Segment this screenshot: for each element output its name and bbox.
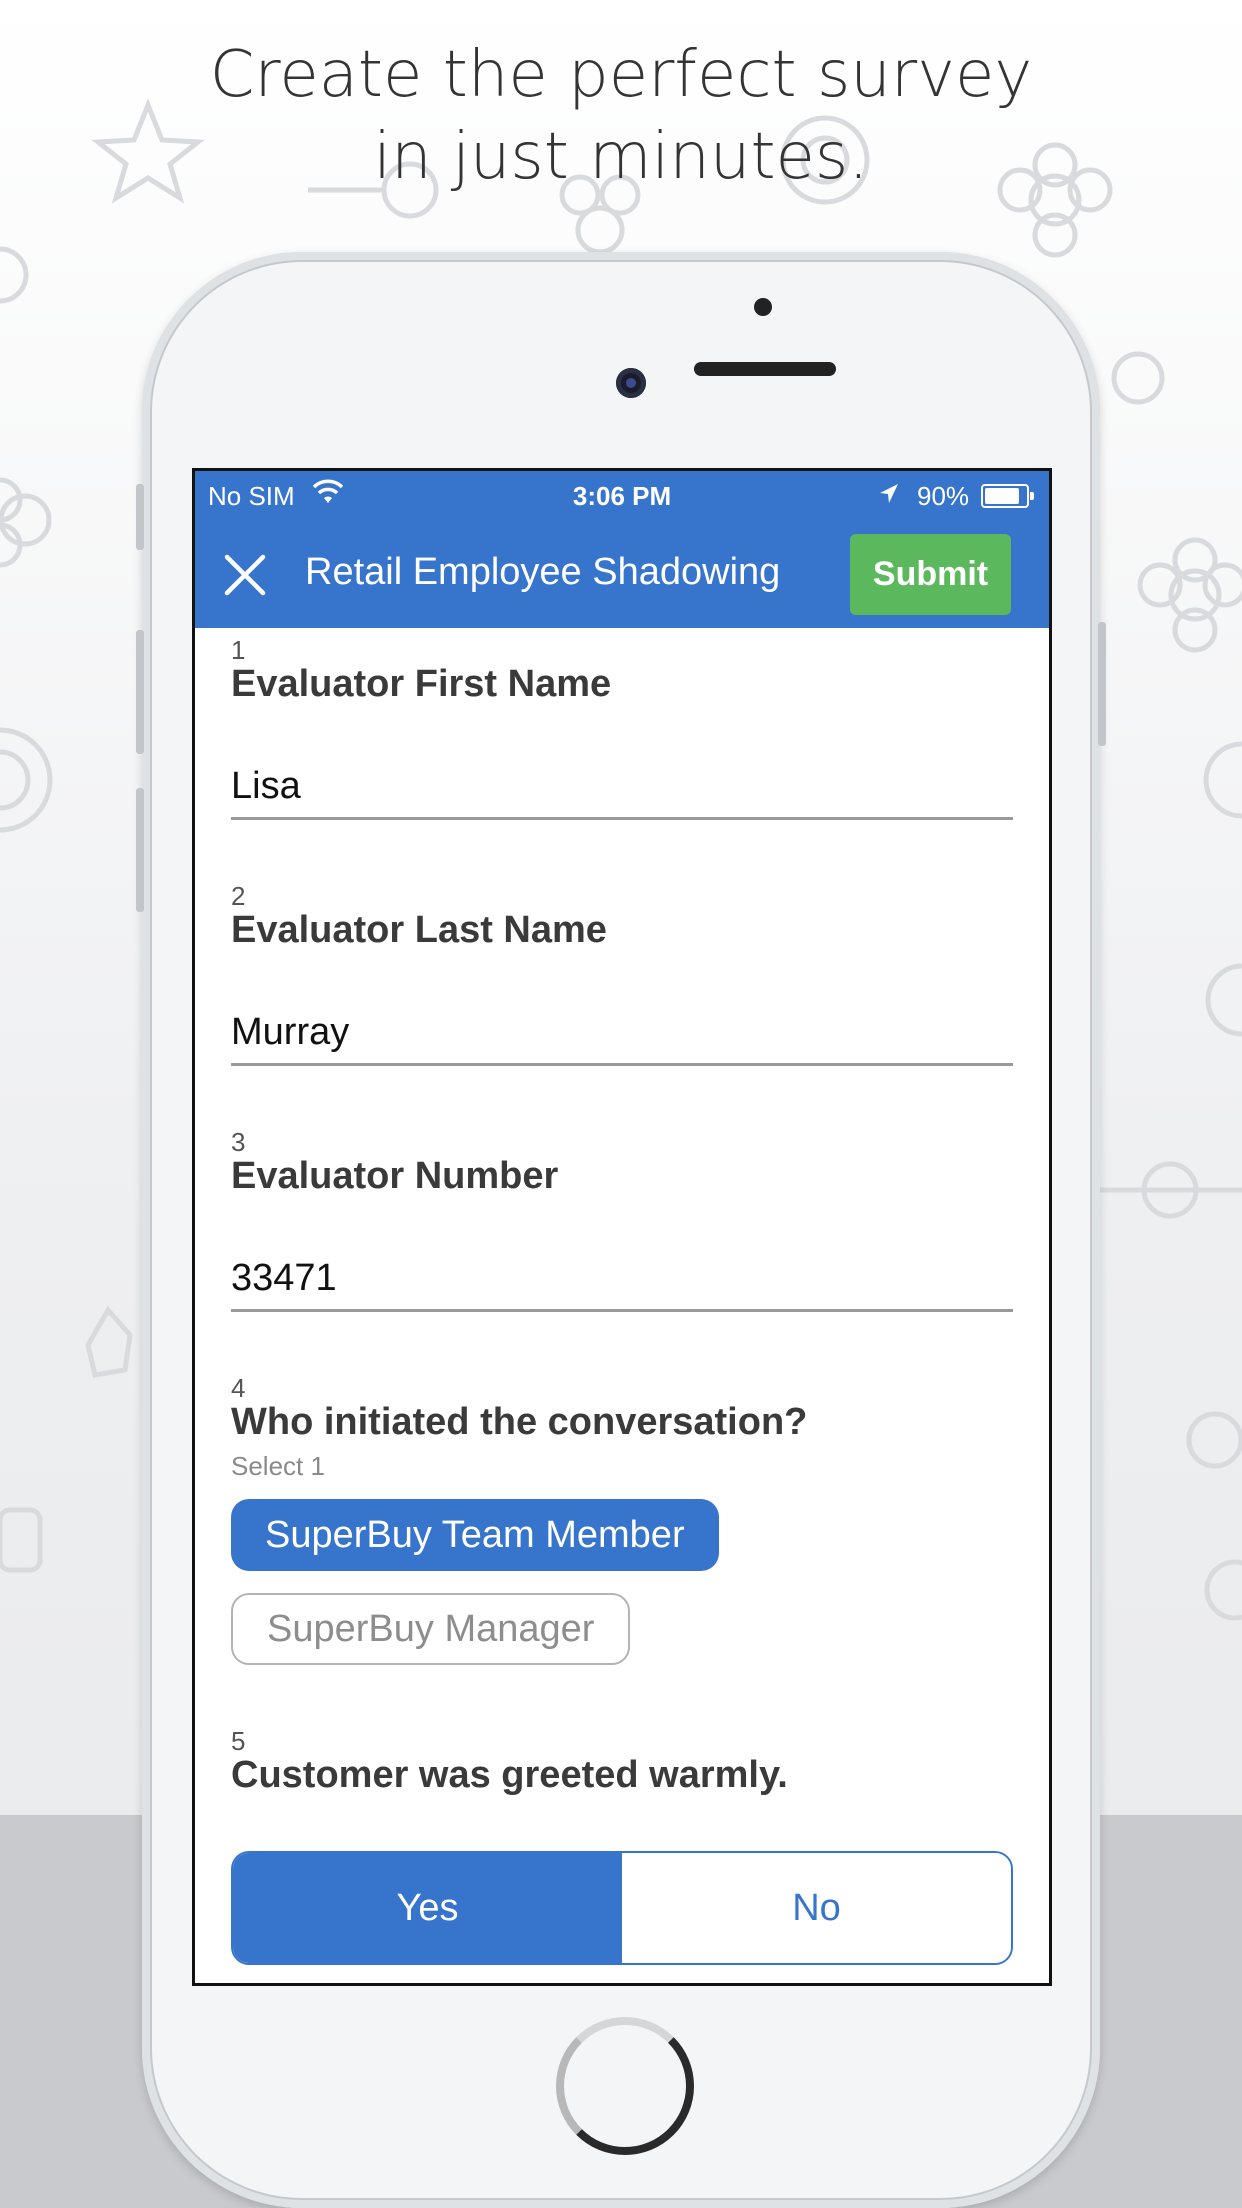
- survey-title: Retail Employee Shadowing: [305, 551, 781, 593]
- yes-option[interactable]: Yes: [233, 1853, 622, 1963]
- battery-icon: [981, 484, 1034, 508]
- mute-switch: [136, 484, 144, 550]
- select-hint: Select 1: [231, 1451, 325, 1481]
- evaluator-number-field[interactable]: [231, 1247, 1013, 1312]
- location-arrow-icon: [880, 484, 898, 503]
- volume-up-button: [136, 630, 144, 754]
- no-option[interactable]: No: [622, 1853, 1011, 1963]
- status-bar: No SIM 3:06 PM 90%: [195, 471, 1049, 521]
- option-superbuy-manager[interactable]: SuperBuy Manager: [231, 1593, 631, 1665]
- question-number: 5: [231, 1726, 246, 1756]
- earpiece-speaker: [694, 362, 836, 376]
- yes-no-toggle: Yes No: [231, 1851, 1013, 1965]
- question-number: 3: [231, 1127, 246, 1157]
- headline-line-2: in just minutes.: [373, 120, 869, 194]
- battery-fill: [985, 488, 1019, 504]
- question-number: 4: [231, 1373, 246, 1403]
- headline-line-1: Create the perfect survey: [209, 38, 1033, 112]
- question-label: Who initiated the conversation?: [231, 1401, 808, 1443]
- question-number: 2: [231, 881, 246, 911]
- question-label: Customer was greeted warmly.: [231, 1754, 788, 1796]
- question-number: 1: [231, 635, 246, 665]
- evaluator-first-name-field[interactable]: [231, 755, 1013, 820]
- question-label: Evaluator Number: [231, 1155, 559, 1197]
- evaluator-last-name-field[interactable]: [231, 1001, 1013, 1066]
- close-icon[interactable]: [223, 553, 267, 597]
- home-button[interactable]: [556, 2017, 694, 2155]
- nav-bar: Retail Employee Shadowing Submit: [195, 521, 1049, 628]
- submit-button[interactable]: Submit: [850, 534, 1011, 615]
- app-screen: No SIM 3:06 PM 90% Retail Employee Shado…: [195, 471, 1049, 1983]
- question-label: Evaluator First Name: [231, 663, 612, 705]
- front-camera: [616, 368, 646, 398]
- marketing-headline: Create the perfect survey in just minute…: [0, 34, 1242, 198]
- question-label: Evaluator Last Name: [231, 909, 607, 951]
- proximity-sensor: [754, 298, 772, 316]
- power-button: [1098, 622, 1106, 746]
- battery-percent: 90%: [917, 481, 970, 511]
- volume-down-button: [136, 788, 144, 912]
- option-superbuy-team-member[interactable]: SuperBuy Team Member: [231, 1499, 719, 1571]
- battery-nub: [1030, 492, 1034, 500]
